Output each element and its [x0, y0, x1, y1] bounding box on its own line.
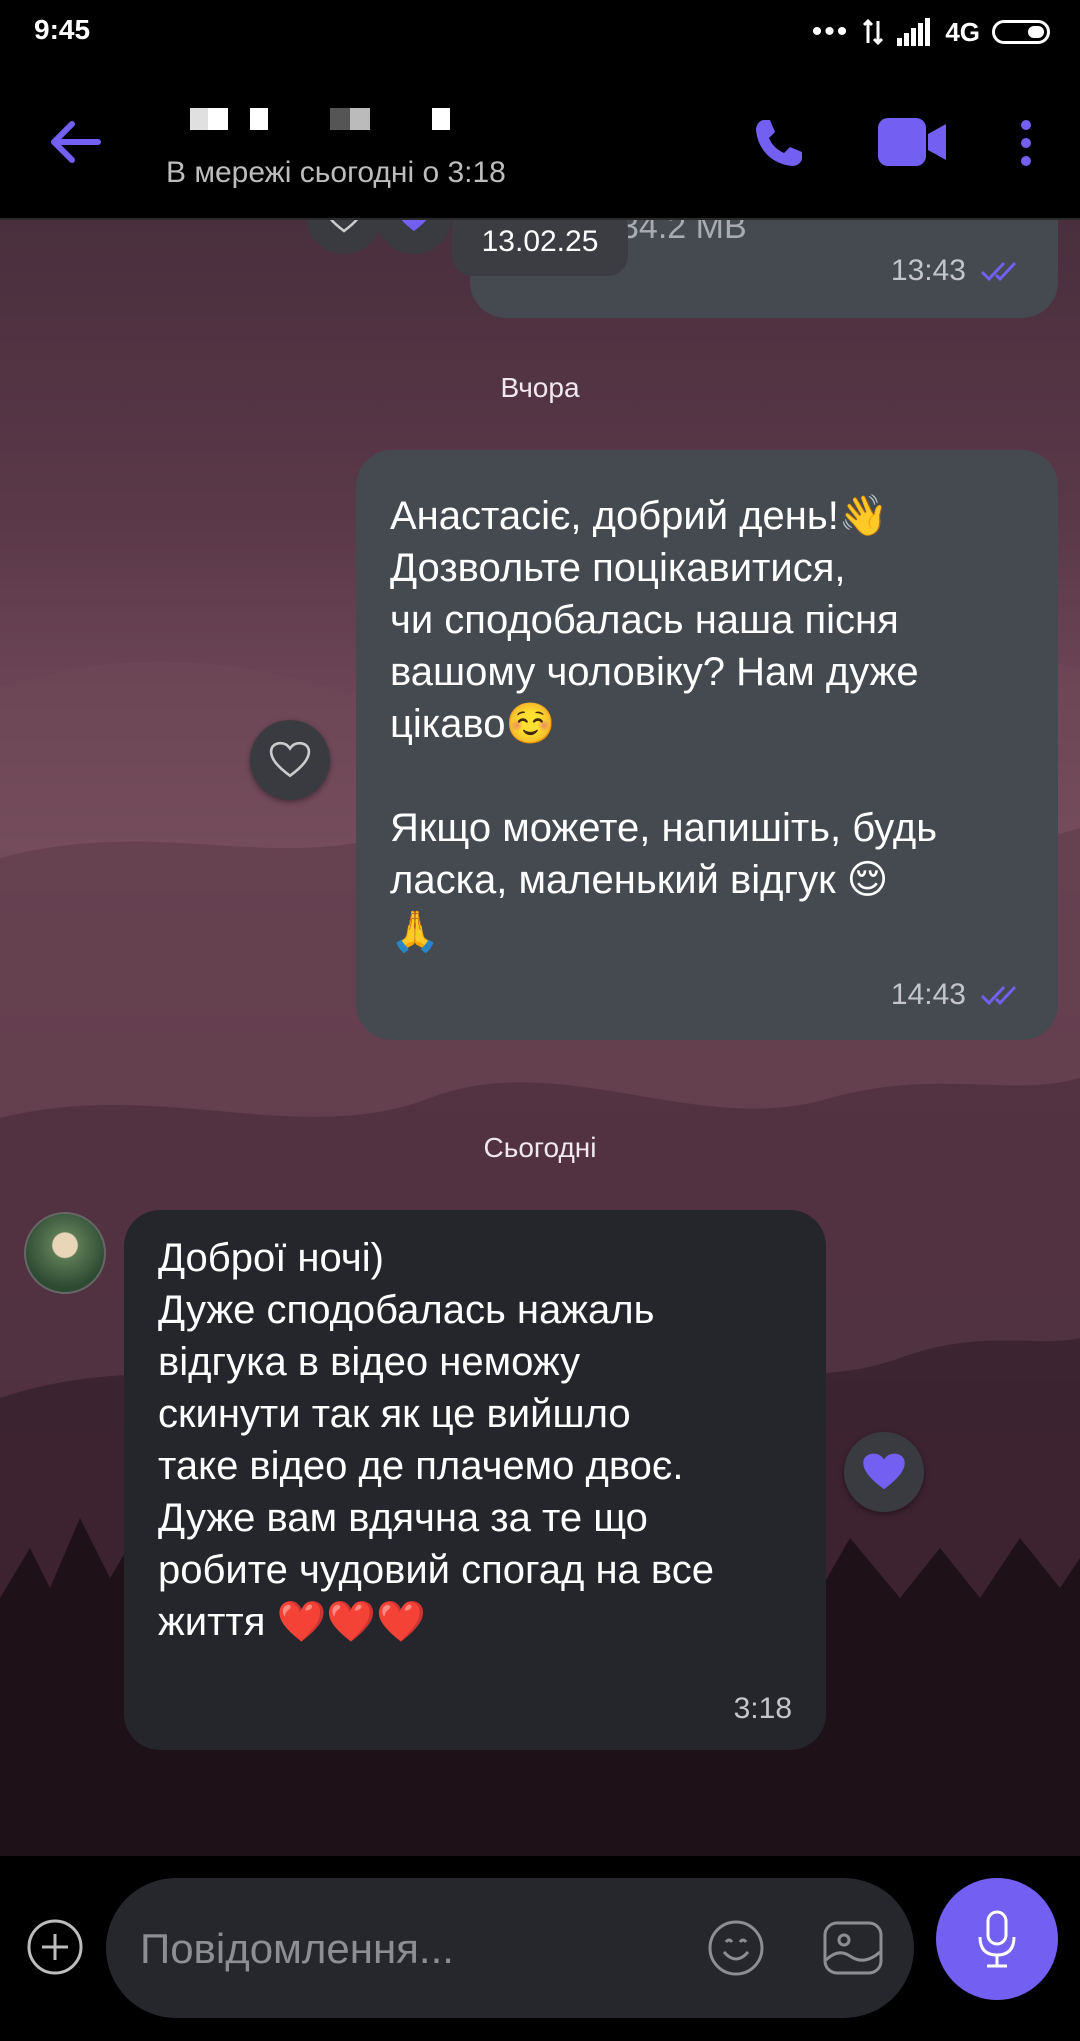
file-size: 34.2 MB	[620, 218, 747, 246]
like-reaction-button[interactable]	[250, 720, 330, 800]
message-time: 13:43	[890, 254, 966, 287]
date-separator-today: Сьогодні	[483, 1132, 597, 1163]
message-meta: 14:43	[891, 978, 1024, 1012]
add-attachment-icon[interactable]	[26, 1918, 84, 1976]
date-separator-yesterday: Вчора	[500, 372, 580, 403]
chat-header: В мережі сьогодні о 3:18	[0, 64, 1080, 220]
status-bar: 9:45 ••• 4G	[0, 0, 1080, 64]
message-time: 14:43	[890, 978, 966, 1011]
voice-message-button[interactable]	[936, 1878, 1058, 2000]
back-arrow-icon[interactable]	[44, 110, 108, 174]
phone-call-icon[interactable]	[750, 116, 806, 172]
notification-dots-icon: •••	[811, 15, 850, 48]
message-input-bar	[0, 1856, 1080, 2041]
date-badge: 13.02.25	[452, 218, 628, 276]
message-time: 3:18	[733, 1692, 792, 1725]
chat-area[interactable]: 34.2 MB 13:43 13.02.25 Вчора Анастасіє, …	[0, 218, 1080, 1856]
heart-filled-icon	[863, 1453, 905, 1490]
like-reaction-button[interactable]	[844, 1432, 924, 1512]
read-checkmarks-icon	[980, 261, 1017, 282]
microphone-icon	[978, 1910, 1016, 1968]
read-checkmarks-icon	[980, 985, 1017, 1006]
message-text: Доброї ночі) Дуже сподобалась нажаль від…	[158, 1236, 714, 1644]
signal-icon	[897, 18, 931, 46]
message-text: Анастасіє, добрий день!👋 Дозвольте поцік…	[390, 494, 938, 954]
status-icons: ••• 4G	[812, 14, 1050, 50]
contact-status: В мережі сьогодні о 3:18	[166, 156, 506, 189]
gallery-icon[interactable]	[822, 1920, 884, 1976]
more-options-icon[interactable]	[1016, 118, 1036, 168]
video-call-icon[interactable]	[876, 116, 948, 168]
message-meta: 13:43	[891, 254, 1024, 288]
date-badge-text: 13.02.25	[481, 225, 599, 258]
heart-outline-icon	[328, 218, 360, 233]
outgoing-message-bubble[interactable]: Анастасіє, добрий день!👋 Дозвольте поцік…	[356, 450, 1058, 1040]
network-type: 4G	[945, 16, 980, 47]
status-time: 9:45	[34, 14, 91, 45]
message-input-container	[106, 1878, 914, 2018]
contact-avatar[interactable]	[24, 1212, 106, 1294]
heart-filled-icon	[399, 218, 429, 231]
emoji-icon[interactable]	[706, 1918, 766, 1978]
message-meta: 3:18	[734, 1692, 792, 1726]
contact-name-redacted[interactable]	[188, 108, 468, 138]
incoming-message-bubble[interactable]: Доброї ночі) Дуже сподобалась нажаль від…	[124, 1210, 826, 1750]
message-input[interactable]	[138, 1916, 662, 1982]
data-transfer-icon	[863, 18, 884, 46]
heart-outline-icon	[269, 741, 311, 778]
battery-icon	[992, 20, 1050, 44]
